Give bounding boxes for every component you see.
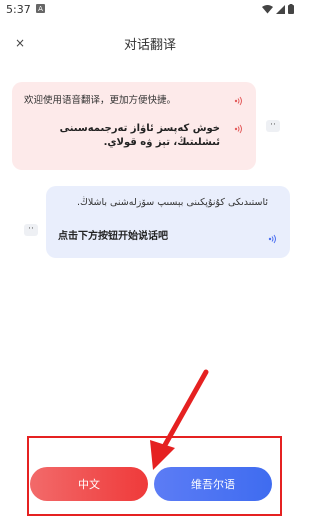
uyghur-language-button[interactable]: 维吾尔语 bbox=[154, 467, 272, 501]
chinese-language-button[interactable]: 中文 bbox=[30, 467, 148, 501]
